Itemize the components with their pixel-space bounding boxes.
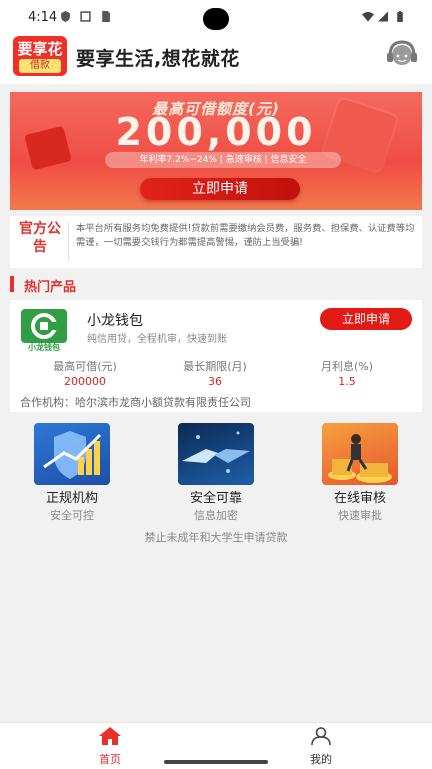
stat-label: 月利息(%): [320, 360, 374, 373]
promo-banner[interactable]: 最高可借额度(元) 200,000 年利率7.2%~24% | 急速审核 | 信…: [10, 92, 422, 210]
tab-label: 我的: [310, 753, 332, 766]
stat-label: 最长期限(月): [183, 360, 247, 373]
tab-label: 首页: [99, 753, 121, 766]
feature-row: 正规机构 安全可控 安全可靠 信息加密 在线审核 快速审批: [0, 420, 432, 523]
section-title: 热门产品: [24, 280, 77, 295]
banner-amount: 200,000: [115, 110, 317, 154]
tab-mine[interactable]: 我的: [281, 727, 361, 767]
feature-item[interactable]: 正规机构 安全可控: [12, 420, 132, 523]
tab-home[interactable]: 首页: [70, 727, 150, 767]
feature-subtitle: 快速审批: [338, 509, 382, 522]
feature-title: 安全可靠: [189, 491, 242, 506]
handshake-image: [178, 423, 254, 485]
stat-value: 1.5: [338, 375, 356, 388]
home-indicator: [164, 760, 268, 764]
feature-title: 在线审核: [333, 491, 386, 506]
shield-status-icon: [61, 11, 70, 22]
businessman-coins-image: [322, 423, 398, 485]
banner-apply-button[interactable]: 立即申请: [140, 178, 300, 200]
official-notice: 官方公告 本平台所有服务均免费提供!贷款前需要缴纳会员费，服务费、担保费、认证费…: [10, 216, 422, 268]
battery-icon: [397, 11, 403, 22]
feature-title: 正规机构: [45, 491, 98, 506]
wifi-icon: [362, 12, 374, 22]
product-card[interactable]: 小龙钱包 小龙钱包 纯信用贷，全程机审，快速到账 立即申请 最高可借(元) 20…: [10, 300, 422, 412]
logo-title: 要享花: [17, 40, 63, 58]
camera-cutout: [203, 8, 229, 30]
disclaimer-text: 禁止未成年和大学生申请贷款: [144, 531, 288, 544]
notice-divider: [68, 222, 69, 262]
stat-value: 200000: [64, 375, 106, 388]
section-accent-bar: [10, 276, 14, 292]
product-name: 小龙钱包: [87, 313, 143, 329]
logo-subtitle: 借款: [19, 59, 61, 73]
stat-value: 36: [208, 375, 222, 388]
sim-status-icon: [102, 11, 110, 22]
feature-subtitle: 安全可控: [50, 509, 94, 522]
feature-item[interactable]: 安全可靠 信息加密: [156, 420, 276, 523]
product-apply-button[interactable]: 立即申请: [320, 308, 412, 330]
app-logo: 要享花 借款: [13, 36, 67, 76]
banner-rate-info: 年利率7.2%~24% | 急速审核 | 信息安全: [105, 152, 341, 168]
customer-service-icon[interactable]: [384, 38, 420, 72]
partner-institution: 合作机构：哈尔滨市龙商小额贷款有限责任公司: [20, 396, 251, 409]
product-logo: 小龙钱包: [20, 308, 68, 354]
home-icon: [99, 727, 121, 745]
stat-label: 最高可借(元): [53, 360, 117, 373]
signal-icon: [378, 11, 388, 22]
screen-status-icon: [80, 11, 91, 22]
shield-chart-image: [34, 423, 110, 485]
notice-tag: 官方公告: [19, 221, 61, 255]
user-icon: [311, 727, 331, 746]
status-time: 4:14: [28, 10, 58, 25]
stat-max-term: 最长期限(月) 36: [170, 360, 260, 390]
feature-subtitle: 信息加密: [194, 509, 238, 522]
notice-text: 本平台所有服务均免费提供!贷款前需要缴纳会员费，服务费、担保费、认证费等均需谨，…: [76, 223, 415, 248]
status-bar: 4:14: [0, 0, 432, 36]
product-description: 纯信用贷，全程机审，快速到账: [87, 334, 227, 345]
app-header: 要享花 借款 要享生活,想花就花: [0, 36, 432, 84]
product-logo-caption: 小龙钱包: [28, 343, 60, 352]
stat-max-amount: 最高可借(元) 200000: [40, 360, 130, 390]
stat-monthly-interest: 月利息(%) 1.5: [302, 360, 392, 390]
app-title: 要享生活,想花就花: [76, 48, 240, 70]
feature-item[interactable]: 在线审核 快速审批: [300, 420, 420, 523]
